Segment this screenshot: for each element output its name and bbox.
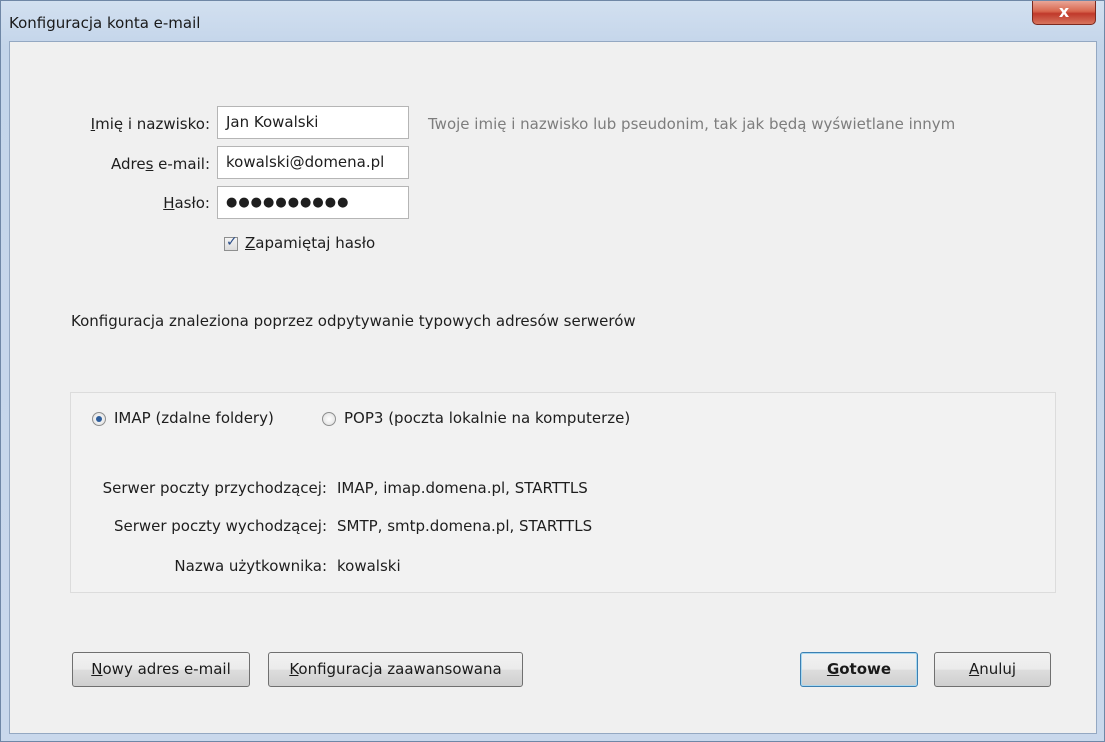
dialog-content: Imię i nazwisko: Jan Kowalski Twoje imię… — [9, 41, 1097, 734]
password-label: Hasło: — [163, 194, 210, 212]
password-input[interactable]: ●●●●●●●●●● — [217, 186, 409, 219]
pop3-radio[interactable] — [322, 412, 336, 426]
imap-radio[interactable] — [92, 412, 106, 426]
config-status-text: Konfiguracja znaleziona poprzez odpytywa… — [71, 312, 636, 330]
advanced-config-button[interactable]: Konfiguracja zaawansowana — [268, 652, 523, 687]
close-icon: x — [1058, 2, 1070, 21]
imap-radio-label[interactable]: IMAP (zdalne foldery) — [114, 409, 274, 427]
done-button[interactable]: Gotowe — [800, 652, 918, 687]
email-input[interactable]: kowalski@domena.pl — [217, 146, 409, 179]
title-bar[interactable]: Konfiguracja konta e-mail x — [1, 1, 1104, 41]
name-input[interactable]: Jan Kowalski — [217, 106, 409, 139]
server-settings-panel: IMAP (zdalne foldery) POP3 (poczta lokal… — [70, 392, 1056, 593]
username-label: Nazwa użytkownika: — [174, 557, 327, 575]
name-hint: Twoje imię i nazwisko lub pseudonim, tak… — [428, 115, 956, 133]
incoming-server-label: Serwer poczty przychodzącej: — [102, 479, 327, 497]
new-email-button[interactable]: Nowy adres e-mail — [72, 652, 250, 687]
close-button[interactable]: x — [1032, 1, 1096, 25]
email-label: Adres e-mail: — [110, 155, 210, 173]
outgoing-server-value: SMTP, smtp.domena.pl, STARTTLS — [337, 517, 593, 535]
name-label: Imię i nazwisko: — [90, 115, 210, 133]
dialog-window: Konfiguracja konta e-mail x Imię i nazwi… — [0, 0, 1105, 742]
remember-password-label[interactable]: Zapamiętaj hasło — [245, 234, 375, 252]
username-value: kowalski — [337, 557, 401, 575]
window-title: Konfiguracja konta e-mail — [9, 14, 201, 32]
pop3-radio-label[interactable]: POP3 (poczta lokalnie na komputerze) — [344, 409, 630, 427]
cancel-button[interactable]: Anuluj — [934, 652, 1051, 687]
incoming-server-value: IMAP, imap.domena.pl, STARTTLS — [337, 479, 588, 497]
outgoing-server-label: Serwer poczty wychodzącej: — [113, 517, 327, 535]
remember-password-checkbox[interactable] — [224, 234, 238, 251]
